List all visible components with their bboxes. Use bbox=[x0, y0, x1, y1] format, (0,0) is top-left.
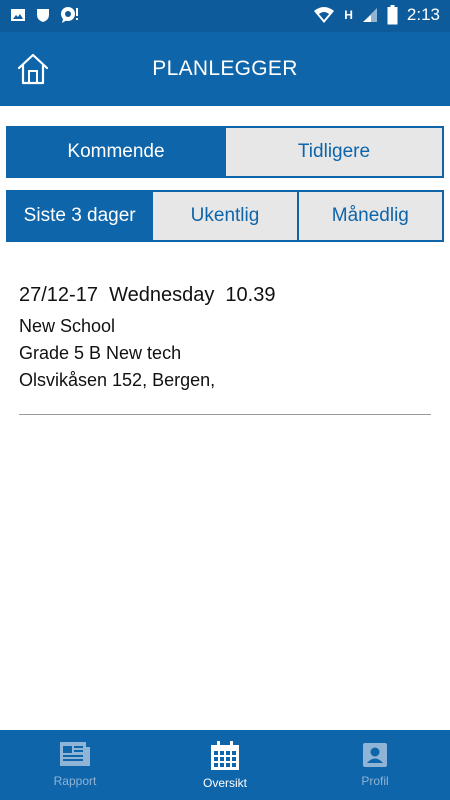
status-left-icons bbox=[10, 6, 80, 24]
entry-divider bbox=[19, 414, 431, 415]
entry-class: Grade 5 B New tech bbox=[19, 343, 182, 363]
tab-previous[interactable]: Tidligere bbox=[224, 128, 442, 176]
status-time: 2:13 bbox=[406, 5, 440, 24]
nav-item-oversikt[interactable]: Oversikt bbox=[150, 730, 300, 800]
page-title: PLANLEGGER bbox=[152, 57, 298, 80]
report-icon bbox=[60, 742, 90, 766]
nav-item-profil[interactable]: Profil bbox=[300, 730, 450, 800]
entry-datetime: 27/12-17 Wednesday 10.39 bbox=[19, 284, 276, 306]
wifi-icon bbox=[314, 7, 335, 23]
nav-label-rapport: Rapport bbox=[53, 774, 97, 788]
shield-icon bbox=[37, 9, 49, 22]
nav-label-profil: Profil bbox=[361, 774, 389, 788]
tab-monthly[interactable]: Månedlig bbox=[296, 192, 442, 240]
status-bar: H 2:13 bbox=[0, 0, 450, 32]
status-right-icons: H 2:13 bbox=[313, 5, 440, 25]
entry-school: New School bbox=[19, 316, 116, 336]
bottom-nav: Rapport Oversikt Profil bbox=[0, 730, 450, 800]
chat-alert-icon bbox=[61, 7, 78, 23]
range-tabs: Siste 3 dager Ukentlig Månedlig bbox=[6, 190, 444, 242]
nav-label-oversikt: Oversikt bbox=[202, 776, 247, 790]
calendar-icon bbox=[211, 741, 239, 770]
tab-upcoming[interactable]: Kommende bbox=[8, 128, 224, 176]
entry-address: Olsvikåsen 152, Bergen, bbox=[19, 370, 216, 390]
tab-last-3-days[interactable]: Siste 3 dager bbox=[8, 192, 152, 240]
period-tabs: Kommende Tidligere bbox=[6, 126, 444, 178]
nav-item-rapport[interactable]: Rapport bbox=[0, 730, 150, 800]
signal-icon bbox=[362, 8, 377, 22]
app-bar: PLANLEGGER bbox=[0, 32, 450, 106]
image-icon bbox=[11, 9, 25, 21]
battery-icon bbox=[387, 5, 398, 25]
tab-weekly[interactable]: Ukentlig bbox=[151, 192, 296, 240]
profile-icon bbox=[363, 743, 387, 767]
home-icon[interactable] bbox=[16, 52, 50, 86]
network-type-label: H bbox=[344, 8, 353, 22]
schedule-entry[interactable]: 27/12-17 Wednesday 10.39 New School Grad… bbox=[19, 284, 431, 394]
